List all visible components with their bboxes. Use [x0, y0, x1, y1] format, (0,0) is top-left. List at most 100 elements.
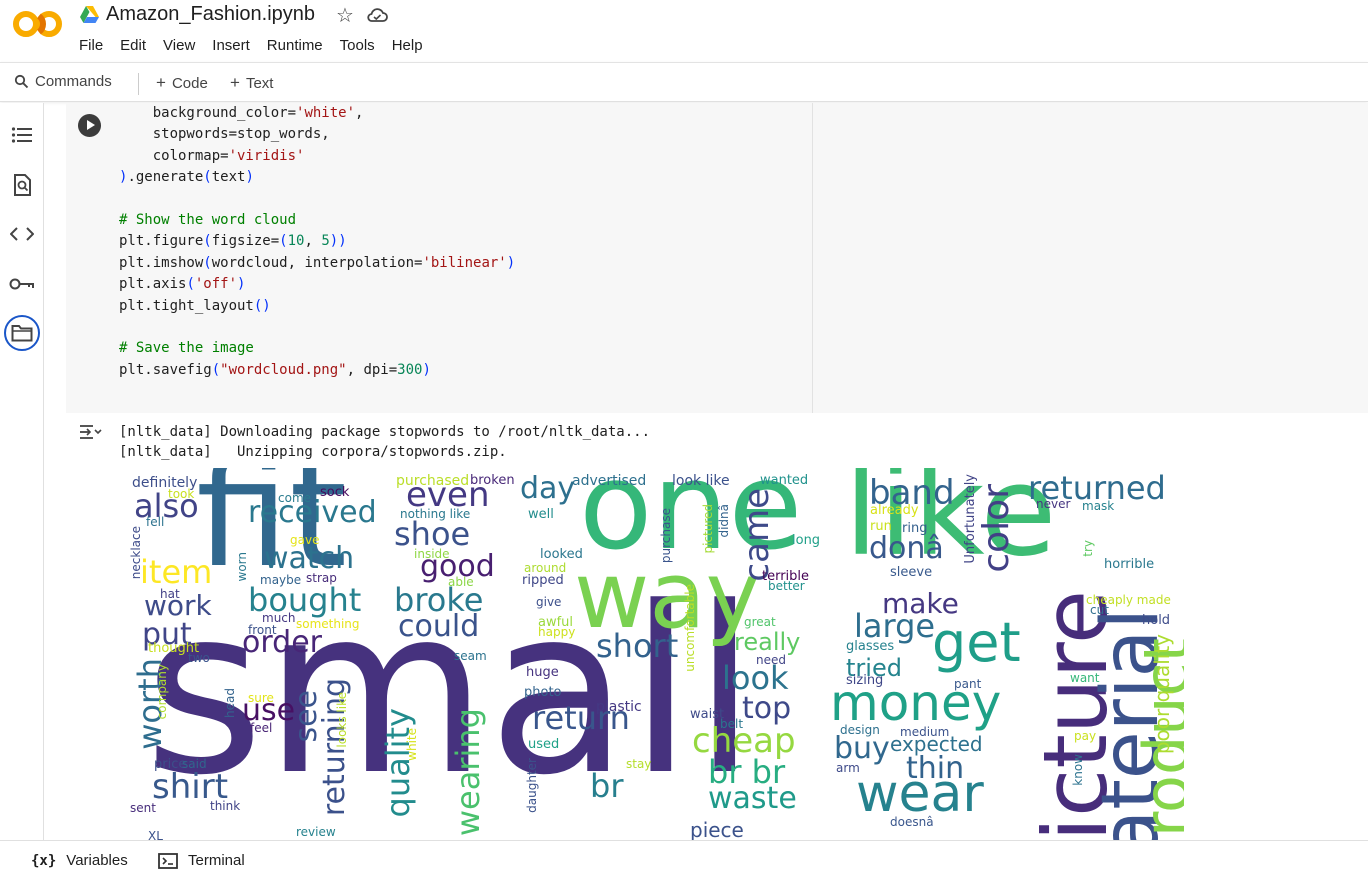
wordcloud-word: give [536, 595, 562, 609]
code-paren: ( [279, 233, 288, 250]
code-text: background_color='white', stopwords=stop… [119, 103, 515, 381]
code-snippets-button[interactable] [6, 218, 38, 250]
code-string: 'white' [296, 105, 356, 121]
output-options-icon[interactable] [79, 424, 103, 440]
wordcloud-word: well [528, 507, 554, 522]
wordcloud-word: sock [320, 485, 350, 500]
code-line: plt.imshow(wordcloud, interpolation='bil… [119, 254, 516, 271]
wordcloud-word: looks like [335, 692, 349, 748]
wordcloud-word: received [248, 495, 377, 530]
secrets-button[interactable] [6, 268, 38, 300]
menu-edit[interactable]: Edit [120, 37, 146, 54]
code-paren: ( [203, 233, 212, 250]
wordcloud-word: wanted [760, 473, 809, 488]
wordcloud-word: cut [1090, 603, 1109, 617]
wordcloud-word: horrible [1104, 557, 1155, 572]
code-comment: # Save the image [119, 340, 254, 357]
code-string: "wordcloud.png" [220, 361, 347, 378]
wordcloud-word: top [742, 691, 792, 726]
code-comment: # Show the word cloud [119, 212, 297, 229]
plus-icon: + [156, 73, 166, 92]
wordcloud-word: donâ [869, 531, 944, 566]
output-line: [nltk_data] Downloading package stopword… [119, 424, 651, 440]
wordcloud-word: come [278, 491, 312, 505]
menu-view[interactable]: View [163, 37, 195, 54]
code-paren: ( [203, 254, 212, 271]
code-string: 'viridis' [228, 147, 305, 164]
menu-file[interactable]: File [79, 37, 103, 54]
menu-help[interactable]: Help [392, 37, 423, 54]
commands-button[interactable]: Commands [14, 73, 112, 90]
run-cell-button[interactable] [78, 114, 101, 137]
wordcloud-word: used [528, 737, 560, 752]
wordcloud-word: front [248, 623, 277, 637]
wordcloud-word: company [155, 664, 169, 720]
add-code-button[interactable]: + Code [156, 73, 208, 93]
code-line: background_color='white', [119, 105, 364, 121]
wordcloud-word: mask [1082, 499, 1115, 513]
code-paren: ) [237, 276, 246, 293]
code-paren: () [253, 297, 271, 314]
wordcloud-word: stay [626, 757, 652, 771]
wordcloud-word: plastic [596, 699, 642, 715]
wordcloud-word: better [768, 579, 805, 593]
wordcloud-word: wearing [449, 708, 487, 837]
wordcloud-word: photo [524, 685, 562, 700]
menu-insert[interactable]: Insert [212, 37, 250, 54]
wordcloud-word: short [596, 627, 679, 665]
wordcloud-word: hold [1142, 613, 1171, 628]
code-line: plt.figure(figsize=(10, 5)) [119, 233, 347, 250]
wordcloud-word: maybe [260, 573, 302, 587]
cell-output-text: [nltk_data] Downloading package stopword… [119, 422, 650, 462]
wordcloud-word: sure [248, 691, 274, 705]
wordcloud-word: daughter [525, 758, 539, 813]
wordcloud-word: color [976, 484, 1017, 573]
wordcloud-word: head [223, 688, 237, 718]
code-paren: ) [119, 169, 128, 186]
find-button[interactable] [6, 169, 38, 201]
wordcloud-word: sleeve [890, 565, 933, 580]
colab-logo[interactable] [13, 10, 63, 38]
wordcloud-image: fitonelikesmallwaypictureaterialproductm… [124, 468, 1184, 840]
wordcloud-word: think [210, 799, 241, 813]
code-line: plt.tight_layout() [119, 297, 271, 314]
code-string: 'off' [194, 276, 238, 293]
find-icon [14, 174, 31, 196]
wordcloud-word: run [870, 519, 892, 534]
wordcloud-word: necklace [129, 526, 143, 580]
variables-button[interactable]: {x} Variables [31, 852, 128, 869]
wordcloud-word: never [1036, 497, 1071, 511]
cloud-sync-icon[interactable] [366, 6, 388, 24]
cell-gutter [66, 103, 112, 413]
wordcloud-word: item [140, 553, 213, 591]
bottom-bar: {x} Variables Terminal [0, 840, 1368, 882]
wordcloud-word: uncomfortable [683, 584, 697, 672]
files-button[interactable] [4, 315, 40, 351]
wordcloud-word: need [756, 653, 786, 667]
table-of-contents-button[interactable] [6, 119, 38, 151]
wordcloud-word: doesnâ [890, 815, 934, 829]
code-line: plt.savefig("wordcloud.png", dpi=300) [119, 361, 431, 378]
wordcloud-word: quality [379, 708, 417, 818]
add-text-button[interactable]: + Text [230, 73, 273, 93]
wordcloud-word: fell [146, 515, 165, 529]
code-paren: ) [422, 361, 431, 378]
menu-tools[interactable]: Tools [340, 37, 375, 54]
variables-label: Variables [66, 852, 128, 869]
notebook-title[interactable]: Amazon_Fashion.ipynb [106, 3, 315, 26]
wordcloud-word: didnâ [717, 504, 731, 538]
wordcloud-word: watch [264, 541, 355, 576]
wordcloud-word: know [1071, 754, 1085, 786]
terminal-button[interactable]: Terminal [158, 852, 245, 869]
star-icon[interactable]: ☆ [336, 5, 354, 25]
wordcloud-word: ripped [522, 573, 564, 588]
wordcloud-word: hat [160, 587, 180, 601]
files-folder-icon [11, 325, 33, 342]
cell-editor-margin [812, 103, 1368, 413]
code-line: plt.axis('off') [119, 276, 246, 293]
menu-runtime[interactable]: Runtime [267, 37, 323, 54]
wordcloud-word: two [188, 651, 210, 665]
left-sidebar [0, 103, 44, 840]
wordcloud-word: want [1070, 671, 1100, 685]
table-of-contents-icon [11, 127, 32, 143]
